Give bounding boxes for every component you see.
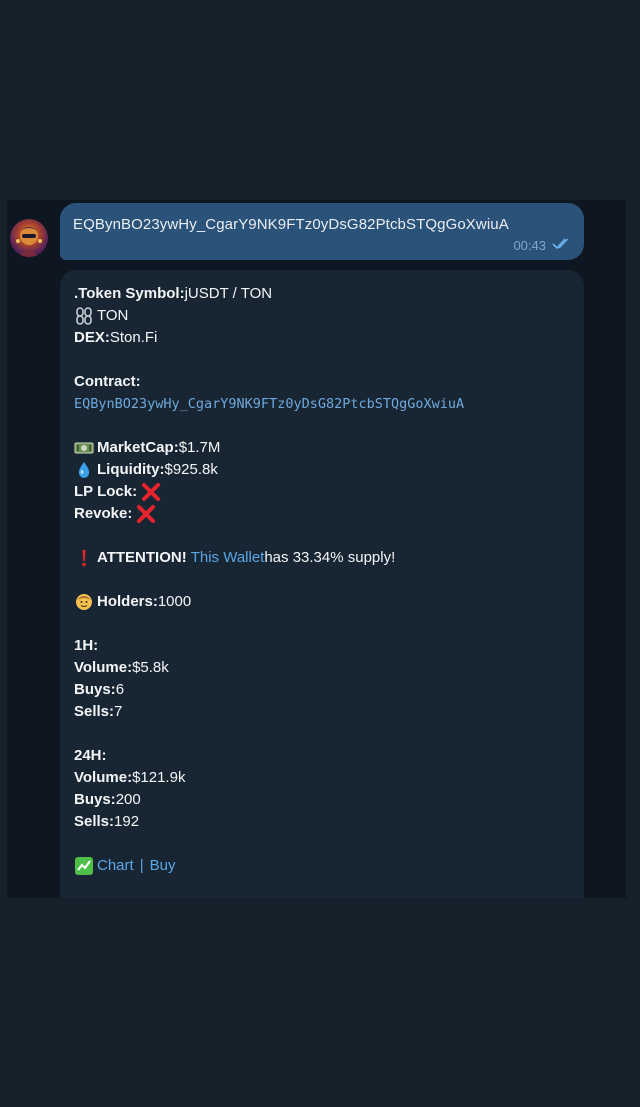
h1-volume-row: Volume: $5.8k bbox=[74, 657, 574, 679]
incoming-message-bubble[interactable]: .Token Symbol: jUSDT / TON TON DEX: Ston… bbox=[60, 270, 584, 898]
h1-buys-label: Buys: bbox=[74, 681, 116, 698]
h24-title: 24H: bbox=[74, 747, 107, 764]
chain-link-icon bbox=[74, 306, 94, 326]
h1-volume-label: Volume: bbox=[74, 659, 133, 676]
attention-row: ATTENTION! This Wallet has 33.34% supply… bbox=[74, 547, 574, 569]
contract-label-row: Contract: bbox=[74, 371, 574, 393]
money-icon bbox=[74, 438, 94, 458]
contract-address[interactable]: EQBynBO23ywHy_CgarY9NK9FTz0yDsG82PtcbSTQ… bbox=[74, 393, 464, 415]
holders-value: 1000 bbox=[157, 593, 192, 610]
outgoing-message-bubble[interactable]: EQBynBO23ywHy_CgarY9NK9FTz0yDsG82PtcbSTQ… bbox=[60, 203, 584, 260]
h24-sells-label: Sells: bbox=[74, 813, 115, 830]
h1-volume-value: $5.8k bbox=[132, 659, 169, 676]
h24-sells-value: 192 bbox=[114, 813, 140, 830]
contract-address-row: EQBynBO23ywHy_CgarY9NK9FTz0yDsG82PtcbSTQ… bbox=[74, 393, 574, 415]
chart-link[interactable]: Chart bbox=[97, 855, 134, 877]
person-icon bbox=[74, 592, 94, 612]
h24-buys-value: 200 bbox=[115, 791, 141, 808]
token-symbol-row: .Token Symbol: jUSDT / TON bbox=[74, 283, 574, 305]
user-avatar[interactable] bbox=[10, 219, 48, 257]
liquidity-value: $925.8k bbox=[164, 461, 218, 478]
contract-label: Contract: bbox=[74, 373, 141, 390]
h24-sells-row: Sells: 192 bbox=[74, 811, 574, 833]
h24-buys-row: Buys: 200 bbox=[74, 789, 574, 811]
token-symbol-value: jUSDT / TON bbox=[184, 285, 273, 302]
holders-label: Holders: bbox=[97, 593, 158, 610]
h1-sells-label: Sells: bbox=[74, 703, 115, 720]
links-separator: | bbox=[139, 857, 144, 874]
chain-value: TON bbox=[97, 307, 129, 324]
links-row: Chart | Buy bbox=[74, 855, 574, 877]
h24-volume-row: Volume: $121.9k bbox=[74, 767, 574, 789]
lp-lock-label: LP Lock: bbox=[74, 483, 138, 500]
dex-row: DEX: Ston.Fi bbox=[74, 327, 574, 349]
liquidity-label: Liquidity: bbox=[97, 461, 165, 478]
h1-sells-value: 7 bbox=[114, 703, 123, 720]
attention-text: has 33.34% supply! bbox=[264, 549, 396, 566]
red-cross-icon bbox=[141, 482, 161, 502]
token-report: .Token Symbol: jUSDT / TON TON DEX: Ston… bbox=[74, 283, 574, 898]
dex-label: DEX: bbox=[74, 329, 110, 346]
h1-buys-row: Buys: 6 bbox=[74, 679, 574, 701]
red-cross-icon bbox=[136, 504, 156, 524]
h1-buys-value: 6 bbox=[115, 681, 125, 698]
message-meta: 00:43 bbox=[513, 238, 572, 253]
marketcap-label: MarketCap: bbox=[97, 439, 179, 456]
lp-lock-row: LP Lock: bbox=[74, 481, 574, 503]
h1-sells-row: Sells: 7 bbox=[74, 701, 574, 723]
h1-title: 1H: bbox=[74, 637, 99, 654]
h24-volume-value: $121.9k bbox=[132, 769, 186, 786]
attention-label: ATTENTION! bbox=[97, 549, 187, 566]
revoke-row: Revoke: bbox=[74, 503, 574, 525]
droplet-icon bbox=[74, 460, 94, 480]
chain-row: TON bbox=[74, 305, 574, 327]
double-check-icon bbox=[552, 238, 572, 253]
message-time: 00:43 bbox=[513, 238, 546, 253]
revoke-label: Revoke: bbox=[74, 505, 133, 522]
h24-buys-label: Buys: bbox=[74, 791, 116, 808]
exclamation-icon bbox=[74, 548, 94, 568]
outgoing-message-text: EQBynBO23ywHy_CgarY9NK9FTz0yDsG82PtcbSTQ… bbox=[73, 216, 509, 233]
holders-row: Holders: 1000 bbox=[74, 591, 574, 613]
wallet-link[interactable]: This Wallet bbox=[191, 547, 265, 569]
token-symbol-label: .Token Symbol: bbox=[74, 285, 185, 302]
h24-title-row: 24H: bbox=[74, 745, 574, 767]
dex-value: Ston.Fi bbox=[109, 329, 158, 346]
chat-viewport: EQBynBO23ywHy_CgarY9NK9FTz0yDsG82PtcbSTQ… bbox=[7, 200, 626, 898]
liquidity-row: Liquidity: $925.8k bbox=[74, 459, 574, 481]
chart-icon bbox=[74, 856, 94, 876]
marketcap-row: MarketCap: $1.7M bbox=[74, 437, 574, 459]
buy-link[interactable]: Buy bbox=[150, 855, 176, 877]
h1-title-row: 1H: bbox=[74, 635, 574, 657]
h24-volume-label: Volume: bbox=[74, 769, 133, 786]
marketcap-value: $1.7M bbox=[178, 439, 221, 456]
